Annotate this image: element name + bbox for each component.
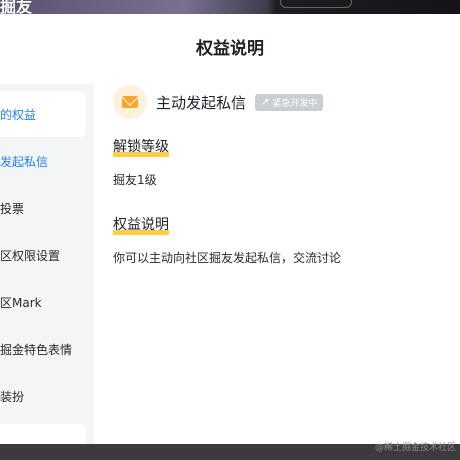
- background-banner: 掘友: [0, 0, 460, 16]
- unlock-level-title: 解锁等级: [113, 136, 169, 157]
- sidebar-item-decoration[interactable]: 装扮: [0, 376, 94, 416]
- status-badge-label: 紧急开发中: [272, 98, 318, 109]
- sidebar-item-emoji[interactable]: 掘金特色表情: [0, 329, 94, 369]
- sidebar-item-private-message[interactable]: 发起私信: [0, 141, 94, 181]
- sidebar-item-label: 区权限设置: [0, 248, 61, 263]
- background-pill: [280, 0, 352, 8]
- sidebar-card: [0, 424, 86, 444]
- sidebar-item-label: 发起私信: [0, 154, 49, 169]
- benefit-description-title: 权益说明: [113, 214, 169, 235]
- permission-header: 主动发起私信 ↗ 紧急开发中: [113, 84, 324, 120]
- benefit-modal: 权益说明 的权益 发起私信 投票 区权限设置 区Mark 掘金特色表情 装扮 主…: [0, 14, 460, 444]
- sidebar-item-label: 掘金特色表情: [0, 342, 73, 357]
- sidebar-item-vote[interactable]: 投票: [0, 188, 94, 228]
- envelope-icon: [113, 85, 147, 119]
- sidebar-item-my-benefits[interactable]: 的权益: [0, 91, 86, 137]
- sidebar-item-community-permission[interactable]: 区权限设置: [0, 235, 94, 275]
- sidebar-item-label: 区Mark: [0, 295, 42, 310]
- arrow-up-right-icon: ↗: [261, 96, 270, 108]
- benefit-description-text: 你可以主动向社区掘友发起私信，交流讨论: [113, 251, 342, 265]
- sidebar-item-label: 装扮: [0, 389, 25, 404]
- unlock-level-value: 掘友1级: [113, 173, 157, 187]
- permission-name: 主动发起私信: [156, 93, 247, 112]
- sidebar-item-label: 投票: [0, 201, 25, 216]
- sidebar-item-label: 的权益: [0, 107, 37, 122]
- sidebar-item-community-mark[interactable]: 区Mark: [0, 282, 94, 322]
- watermark: @稀土掘金技术社区: [374, 443, 456, 453]
- benefit-sidebar: 的权益 发起私信 投票 区权限设置 区Mark 掘金特色表情 装扮: [0, 84, 94, 444]
- modal-title: 权益说明: [196, 39, 264, 59]
- status-badge: ↗ 紧急开发中: [255, 93, 324, 111]
